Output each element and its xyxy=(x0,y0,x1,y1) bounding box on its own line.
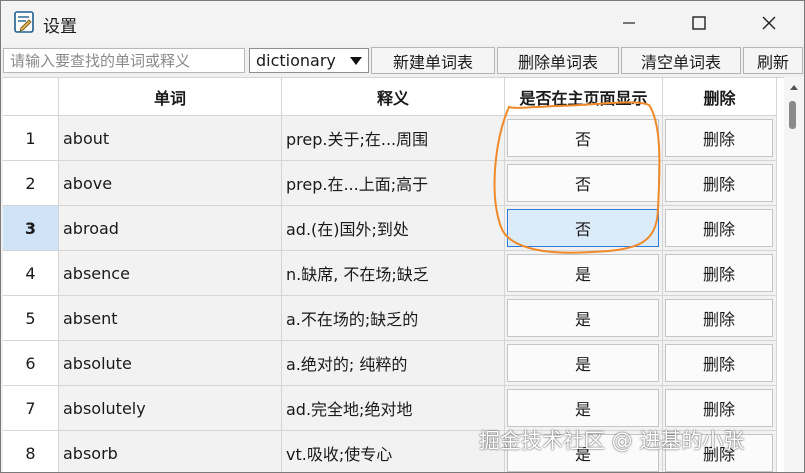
delete-cell: 删除 xyxy=(663,251,777,296)
meaning-cell[interactable]: a.绝对的; 纯粹的 xyxy=(282,341,505,386)
window-title: 设置 xyxy=(43,17,77,37)
table-row[interactable]: 1 about prep.关于;在...周围否删除 xyxy=(3,116,784,161)
scroll-up-arrow-icon[interactable] xyxy=(790,85,798,90)
show-cell: 否 xyxy=(505,161,663,206)
show-toggle-button[interactable]: 是 xyxy=(507,344,659,382)
settings-app-icon xyxy=(14,11,34,33)
word-cell[interactable]: absolute xyxy=(59,341,282,386)
meaning-cell[interactable]: vt.吸收;使专心 xyxy=(282,431,505,472)
delete-cell: 删除 xyxy=(663,341,777,386)
meaning-cell[interactable]: n.缺席, 不在场;缺乏 xyxy=(282,251,505,296)
row-header-corner xyxy=(3,78,59,116)
row-number[interactable]: 4 xyxy=(3,251,59,296)
meaning-cell[interactable]: prep.在...上面;高于 xyxy=(282,161,505,206)
table-row[interactable]: 2 above prep.在...上面;高于否删除 xyxy=(3,161,784,206)
show-toggle-button[interactable]: 否 xyxy=(507,209,659,247)
column-header-meaning[interactable]: 释义 xyxy=(282,78,505,116)
delete-word-button[interactable]: 删除 xyxy=(665,209,773,247)
word-cell[interactable]: absorb xyxy=(59,431,282,472)
delete-word-button[interactable]: 删除 xyxy=(665,254,773,292)
delete-word-button[interactable]: 删除 xyxy=(665,119,773,157)
table-row[interactable]: 5 absent a.不在场的;缺乏的是删除 xyxy=(3,296,784,341)
word-cell[interactable]: absolutely xyxy=(59,386,282,431)
delete-word-button[interactable]: 删除 xyxy=(665,389,773,427)
word-cell[interactable]: absence xyxy=(59,251,282,296)
table-row[interactable]: 4 absence n.缺席, 不在场;缺乏是删除 xyxy=(3,251,784,296)
minimize-icon xyxy=(622,11,636,35)
maximize-button[interactable] xyxy=(664,1,734,45)
dropdown-arrow-icon xyxy=(350,57,362,65)
show-cell: 是 xyxy=(505,251,663,296)
show-cell: 否 xyxy=(505,206,663,251)
minimize-button[interactable] xyxy=(594,1,664,45)
column-header-delete[interactable]: 删除 xyxy=(663,78,777,116)
show-toggle-button[interactable]: 否 xyxy=(507,164,659,202)
row-number[interactable]: 2 xyxy=(3,161,59,206)
vertical-scrollbar[interactable] xyxy=(784,77,804,472)
delete-word-button[interactable]: 删除 xyxy=(665,344,773,382)
meaning-cell[interactable]: ad.完全地;绝对地 xyxy=(282,386,505,431)
row-number[interactable]: 5 xyxy=(3,296,59,341)
refresh-button[interactable]: 刷新 xyxy=(743,47,803,74)
word-table: 单词 释义 是否在主页面显示 删除 1 about prep.关于;在...周围否删… xyxy=(3,77,784,472)
delete-cell: 删除 xyxy=(663,206,777,251)
row-number[interactable]: 1 xyxy=(3,116,59,161)
row-number[interactable]: 8 xyxy=(3,431,59,472)
maximize-icon xyxy=(692,11,706,35)
table-row[interactable]: 6 absolute a.绝对的; 纯粹的是删除 xyxy=(3,341,784,386)
settings-window: 设置 dictionary 新建单词表 删除单词表 清空单词表 刷新 xyxy=(0,0,805,473)
scrollbar-thumb[interactable] xyxy=(789,101,796,129)
close-button[interactable] xyxy=(734,1,804,45)
delete-word-button[interactable]: 删除 xyxy=(665,299,773,337)
dictionary-select-value: dictionary xyxy=(256,51,336,70)
meaning-cell[interactable]: prep.关于;在...周围 xyxy=(282,116,505,161)
meaning-cell[interactable]: ad.(在)国外;到处 xyxy=(282,206,505,251)
word-cell[interactable]: above xyxy=(59,161,282,206)
delete-word-button[interactable]: 删除 xyxy=(665,164,773,202)
show-cell: 否 xyxy=(505,116,663,161)
meaning-cell[interactable]: a.不在场的;缺乏的 xyxy=(282,296,505,341)
watermark: 掘金技术社区 @ 进基的小张 xyxy=(479,429,745,453)
title-bar: 设置 xyxy=(1,1,804,45)
search-input[interactable] xyxy=(3,48,245,73)
show-toggle-button[interactable]: 是 xyxy=(507,389,659,427)
show-toggle-button[interactable]: 否 xyxy=(507,119,659,157)
word-cell[interactable]: abroad xyxy=(59,206,282,251)
new-wordlist-button[interactable]: 新建单词表 xyxy=(371,47,495,74)
word-cell[interactable]: absent xyxy=(59,296,282,341)
delete-cell: 删除 xyxy=(663,296,777,341)
show-cell: 是 xyxy=(505,296,663,341)
close-icon xyxy=(762,11,776,35)
row-number[interactable]: 7 xyxy=(3,386,59,431)
column-header-show[interactable]: 是否在主页面显示 xyxy=(505,78,663,116)
row-number[interactable]: 3 xyxy=(3,206,59,251)
delete-cell: 删除 xyxy=(663,161,777,206)
delete-cell: 删除 xyxy=(663,116,777,161)
dictionary-select[interactable]: dictionary xyxy=(249,48,369,73)
column-header-word[interactable]: 单词 xyxy=(59,78,282,116)
show-toggle-button[interactable]: 是 xyxy=(507,254,659,292)
delete-wordlist-button[interactable]: 删除单词表 xyxy=(497,47,619,74)
table-row[interactable]: 3 abroad ad.(在)国外;到处否删除 xyxy=(3,206,784,251)
row-number[interactable]: 6 xyxy=(3,341,59,386)
toolbar: dictionary 新建单词表 删除单词表 清空单词表 刷新 xyxy=(1,46,804,76)
word-cell[interactable]: about xyxy=(59,116,282,161)
show-toggle-button[interactable]: 是 xyxy=(507,299,659,337)
show-cell: 是 xyxy=(505,341,663,386)
clear-wordlist-button[interactable]: 清空单词表 xyxy=(621,47,741,74)
